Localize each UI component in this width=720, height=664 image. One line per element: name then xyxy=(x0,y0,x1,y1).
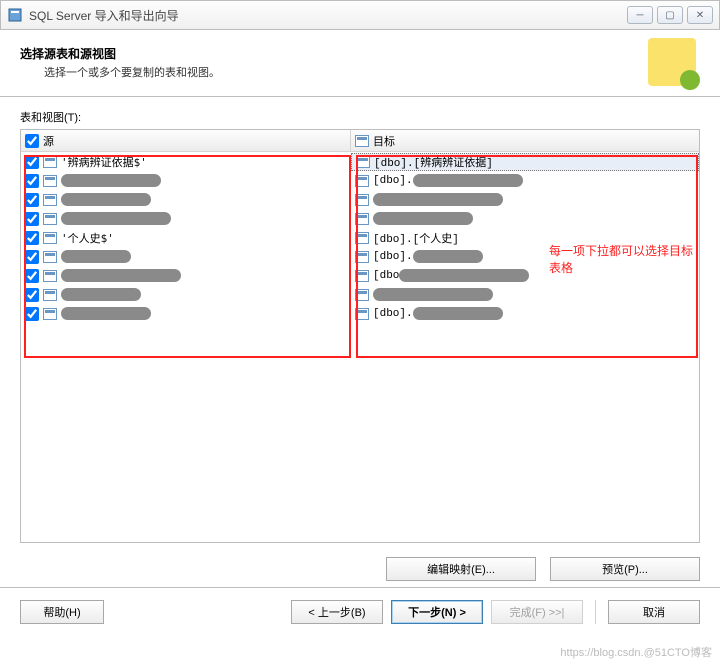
redacted-text xyxy=(399,269,529,282)
table-icon xyxy=(43,194,57,206)
source-name: '个人史$' xyxy=(61,230,114,246)
table-row[interactable]: [dbo]. xyxy=(21,304,699,323)
table-row[interactable] xyxy=(21,190,699,209)
table-icon xyxy=(43,232,57,244)
table-icon xyxy=(43,289,57,301)
window-title: SQL Server 导入和导出向导 xyxy=(29,7,627,24)
table-row[interactable]: [dbo]. xyxy=(21,171,699,190)
tables-grid[interactable]: 源 目标 '辨病辨证依据$' [dbo].[辨病辨证依据] [dbo]. '个人史$'… xyxy=(20,129,700,543)
redacted-text xyxy=(61,307,151,320)
column-header-target[interactable]: 目标 xyxy=(351,130,699,151)
row-checkbox[interactable] xyxy=(25,231,39,245)
table-icon xyxy=(43,251,57,263)
table-row[interactable] xyxy=(21,209,699,228)
target-name: [dbo].[辨病辨证依据] xyxy=(374,154,493,170)
wizard-header: 选择源表和源视图 选择一个或多个要复制的表和视图。 xyxy=(0,30,720,97)
finish-button[interactable]: 完成(F) >>| xyxy=(491,600,583,624)
row-checkbox[interactable] xyxy=(25,307,39,321)
titlebar[interactable]: SQL Server 导入和导出向导 ─ ▢ ✕ xyxy=(0,0,720,30)
redacted-text xyxy=(61,288,141,301)
table-icon xyxy=(355,251,369,263)
table-icon xyxy=(43,156,57,168)
cancel-button[interactable]: 取消 xyxy=(608,600,700,624)
row-checkbox[interactable] xyxy=(25,212,39,226)
table-row[interactable] xyxy=(21,285,699,304)
target-name: [dbo xyxy=(373,270,399,282)
wizard-icon xyxy=(648,38,696,86)
target-name: [dbo]. xyxy=(373,308,413,320)
page-title: 选择源表和源视图 xyxy=(20,45,648,62)
table-icon xyxy=(43,213,57,225)
redacted-text xyxy=(373,193,503,206)
table-icon xyxy=(356,156,370,168)
column-header-source[interactable]: 源 xyxy=(21,130,351,151)
redacted-text xyxy=(413,307,503,320)
close-button[interactable]: ✕ xyxy=(687,6,713,24)
back-button[interactable]: < 上一步(B) xyxy=(291,600,383,624)
wizard-footer: 帮助(H) < 上一步(B) 下一步(N) > 完成(F) >>| 取消 xyxy=(0,587,720,636)
table-row[interactable]: '辨病辨证依据$' [dbo].[辨病辨证依据] xyxy=(21,152,699,171)
separator xyxy=(595,600,596,624)
app-icon xyxy=(7,7,23,23)
maximize-button[interactable]: ▢ xyxy=(657,6,683,24)
row-checkbox[interactable] xyxy=(25,250,39,264)
redacted-text xyxy=(61,212,171,225)
table-icon xyxy=(355,135,369,147)
redacted-text xyxy=(413,250,483,263)
redacted-text xyxy=(413,174,523,187)
table-icon xyxy=(355,308,369,320)
redacted-text xyxy=(61,193,151,206)
table-icon xyxy=(355,232,369,244)
row-checkbox[interactable] xyxy=(25,155,39,169)
target-name: [dbo]. xyxy=(373,175,413,187)
table-icon xyxy=(43,308,57,320)
page-subtitle: 选择一个或多个要复制的表和视图。 xyxy=(20,64,648,80)
table-row[interactable]: '个人史$' [dbo].[个人史] xyxy=(21,228,699,247)
help-button[interactable]: 帮助(H) xyxy=(20,600,104,624)
target-name: [dbo]. xyxy=(373,251,413,263)
redacted-text xyxy=(373,212,473,225)
source-name: '辨病辨证依据$' xyxy=(61,154,147,170)
redacted-text xyxy=(373,288,493,301)
redacted-text xyxy=(61,269,181,282)
minimize-button[interactable]: ─ xyxy=(627,6,653,24)
edit-mappings-button[interactable]: 编辑映射(E)... xyxy=(386,557,536,581)
table-row[interactable]: [dbo xyxy=(21,266,699,285)
tables-views-label: 表和视图(T): xyxy=(20,109,700,125)
table-icon xyxy=(355,289,369,301)
table-icon xyxy=(43,175,57,187)
table-icon xyxy=(355,270,369,282)
next-button[interactable]: 下一步(N) > xyxy=(391,600,483,624)
target-name: [dbo].[个人史] xyxy=(373,230,459,246)
row-checkbox[interactable] xyxy=(25,174,39,188)
watermark: https://blog.csdn.@51CTO博客 xyxy=(560,644,712,660)
table-icon xyxy=(355,194,369,206)
table-row[interactable]: [dbo]. xyxy=(21,247,699,266)
table-icon xyxy=(43,270,57,282)
table-icon xyxy=(355,213,369,225)
row-checkbox[interactable] xyxy=(25,193,39,207)
row-checkbox[interactable] xyxy=(25,269,39,283)
row-checkbox[interactable] xyxy=(25,288,39,302)
table-icon xyxy=(355,175,369,187)
redacted-text xyxy=(61,174,161,187)
select-all-checkbox[interactable] xyxy=(25,134,39,148)
redacted-text xyxy=(61,250,131,263)
preview-button[interactable]: 预览(P)... xyxy=(550,557,700,581)
